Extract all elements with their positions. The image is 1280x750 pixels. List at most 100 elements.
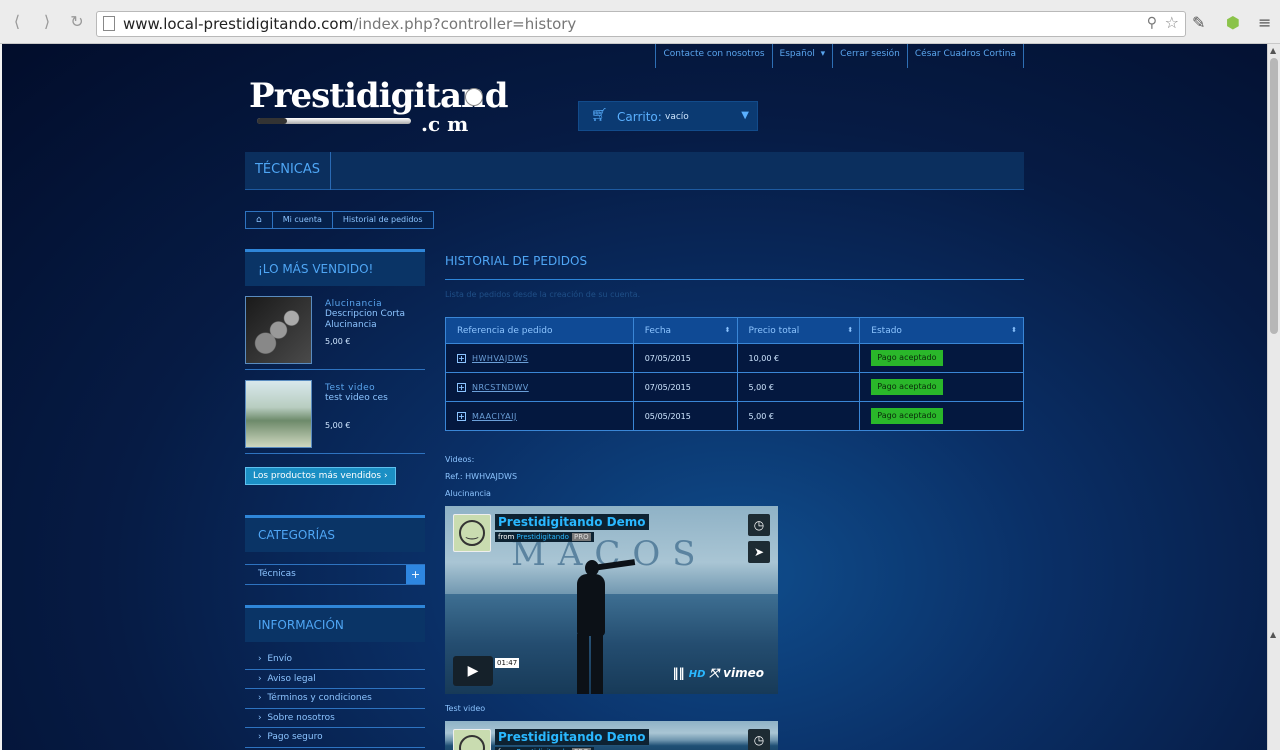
web-page: Contacte con nosotros Español ▾ Cerrar s… <box>2 44 1267 750</box>
video-caption: Test video <box>445 704 486 713</box>
breadcrumb: ⌂ Mi cuenta Historial de pedidos <box>245 211 434 229</box>
videos-label: Videos: <box>445 455 475 464</box>
status-badge: Pago aceptado <box>871 408 943 424</box>
column-date[interactable]: Fecha ⬍ <box>632 317 738 344</box>
vimeo-controls: ‖‖ HD ⤧ vimeo <box>673 666 764 681</box>
video-player[interactable]: ‿ Prestidigitando Demo from Prestidigita… <box>445 721 778 750</box>
clock-icon[interactable]: ◷ <box>748 514 770 536</box>
breadcrumb-order-history: Historial de pedidos <box>342 215 423 224</box>
cart-dropdown[interactable]: 🛒︎ Carrito: vacío ▼ <box>578 101 758 131</box>
forward-icon[interactable]: ⟩ <box>36 12 58 32</box>
channel-avatar[interactable]: ‿ <box>453 514 491 552</box>
expand-plus-icon[interactable]: + <box>406 565 425 584</box>
chevron-down-icon: ▾ <box>817 49 826 59</box>
eyedropper-extension-icon[interactable]: ✎ <box>1192 13 1205 32</box>
video-from-link[interactable]: Prestidigitando <box>517 533 569 541</box>
logout-link[interactable]: Cerrar sesión <box>832 44 907 68</box>
chevron-right-icon: › <box>383 471 388 481</box>
order-reference-link[interactable]: HWHVAJDWS <box>472 354 528 363</box>
product-price: 5,00 € <box>325 421 351 430</box>
fullscreen-icon[interactable]: ⤧ <box>709 666 723 680</box>
info-link[interactable]: › Envío <box>245 650 425 670</box>
video-player[interactable]: MACOS ‿ Prestidigitando Demo from Presti… <box>445 506 778 694</box>
column-status[interactable]: Estado ⬍ <box>859 317 1024 344</box>
site-logo[interactable]: Prestidigitand .c m <box>249 76 508 136</box>
zoom-icon[interactable]: ⚲ <box>1147 15 1157 31</box>
page-scrollbar[interactable]: ▲ ▲ <box>1267 44 1280 750</box>
order-reference-link[interactable]: NRCSTNDWV <box>472 383 529 392</box>
column-reference[interactable]: Referencia de pedido <box>445 317 634 344</box>
scroll-up-icon[interactable]: ▲ <box>1270 46 1276 55</box>
product-name[interactable]: Alucinancia <box>325 299 382 309</box>
pro-badge: PRO <box>571 533 591 541</box>
url-text[interactable]: www.local-prestidigitando.com/index.php?… <box>123 15 576 33</box>
sort-icon: ⬍ <box>847 326 854 334</box>
main-content: HISTORIAL DE PEDIDOS Lista de pedidos de… <box>445 249 1024 750</box>
hd-toggle[interactable]: HD <box>689 669 706 680</box>
scroll-down-icon[interactable]: ▲ <box>1270 630 1276 639</box>
product-price: 5,00 € <box>325 337 351 346</box>
category-item[interactable]: Técnicas + <box>245 564 425 585</box>
android-extension-icon[interactable]: ⬢ <box>1226 13 1240 32</box>
product-image-landscape[interactable] <box>245 380 312 448</box>
expand-plus-icon[interactable]: + <box>457 411 466 421</box>
column-total[interactable]: Precio total ⬍ <box>736 317 861 344</box>
breadcrumb-my-account[interactable]: Mi cuenta <box>273 212 333 228</box>
video-caption: Alucinancia <box>445 489 491 498</box>
video-info: Videos: Ref.: HWHVAJDWS Alucinancia <box>445 451 1024 502</box>
info-link[interactable]: › Sobre nosotros <box>245 709 425 728</box>
address-bar[interactable]: www.local-prestidigitando.com/index.php?… <box>96 11 1186 37</box>
volume-bars-icon[interactable]: ‖‖ <box>673 666 689 680</box>
left-sidebar: ¡LO MÁS VENDIDO! Alucinancia Descripcion… <box>245 249 425 748</box>
all-bestsellers-button[interactable]: Los productos más vendidos › <box>245 467 396 485</box>
order-total: 10,00 € <box>736 343 861 373</box>
clock-icon[interactable]: ◷ <box>748 729 770 750</box>
smiley-icon: ‿ <box>459 520 485 546</box>
orders-table: Referencia de pedido Fecha ⬍ Precio total… <box>445 317 1024 431</box>
back-icon[interactable]: ⟨ <box>6 12 28 32</box>
product-name[interactable]: Test video <box>325 383 375 393</box>
sort-icon: ⬍ <box>1011 326 1017 334</box>
expand-plus-icon[interactable]: + <box>457 353 466 363</box>
bookmark-star-icon[interactable]: ☆ <box>1165 13 1179 32</box>
scrollbar-thumb[interactable] <box>1270 58 1278 334</box>
product-image-coins[interactable] <box>245 296 312 364</box>
contact-link[interactable]: Contacte con nosotros <box>655 44 771 68</box>
cart-label: Carrito: <box>617 110 662 124</box>
expand-plus-icon[interactable]: + <box>457 382 466 392</box>
home-icon[interactable]: ⌂ <box>246 212 273 228</box>
table-row: + NRCSTNDWV 07/05/2015 5,00 € Pago acepta… <box>445 372 1024 402</box>
video-title[interactable]: Prestidigitando Demo <box>495 729 649 745</box>
product-item[interactable]: Alucinancia Descripcion Corta Alucinanci… <box>245 286 425 370</box>
bestsellers-heading[interactable]: ¡LO MÁS VENDIDO! <box>245 249 425 286</box>
account-link[interactable]: César Cuadros Cortina <box>906 44 1024 68</box>
status-badge: Pago aceptado <box>871 379 943 395</box>
product-item[interactable]: Test video test video ces 5,00 € <box>245 370 425 454</box>
product-description: Descripcion Corta Alucinancia <box>325 309 406 330</box>
vimeo-logo[interactable]: vimeo <box>723 666 764 680</box>
browser-toolbar: ⟨ ⟩ ↻ www.local-prestidigitando.com/inde… <box>0 0 1280 44</box>
video-reference: Ref.: HWHVAJDWS <box>445 472 518 481</box>
reload-icon[interactable]: ↻ <box>66 12 88 32</box>
information-heading: INFORMACIÓN <box>245 605 425 642</box>
page-subtitle: Lista de pedidos desde la creación de su… <box>445 290 641 299</box>
info-link[interactable]: › Aviso legal <box>245 670 425 689</box>
product-description: test video ces <box>325 393 388 403</box>
order-reference-link[interactable]: MAACIYAIJ <box>472 412 517 421</box>
language-selector[interactable]: Español ▾ <box>771 44 833 68</box>
info-link[interactable]: › Pago seguro <box>245 728 425 748</box>
play-button[interactable]: ▶ <box>453 656 493 686</box>
video-title[interactable]: Prestidigitando Demo <box>495 514 649 530</box>
information-list: › Envío › Aviso legal › Términos y condi… <box>245 650 425 748</box>
top-links: Contacte con nosotros Español ▾ Cerrar s… <box>655 44 1024 68</box>
info-link[interactable]: › Términos y condiciones <box>245 689 425 709</box>
page-title: HISTORIAL DE PEDIDOS <box>445 249 1024 280</box>
baseball-icon <box>465 88 483 106</box>
category-label[interactable]: Técnicas <box>245 565 425 584</box>
menu-icon[interactable]: ≡ <box>1258 13 1271 32</box>
share-send-icon[interactable]: ➤ <box>748 541 770 563</box>
table-row: + HWHVAJDWS 07/05/2015 10,00 € Pago acept… <box>445 343 1024 373</box>
channel-avatar[interactable]: ‿ <box>453 729 491 750</box>
video-from: from PrestidigitandoPRO <box>495 532 594 542</box>
menu-item-tecnicas[interactable]: TÉCNICAS <box>245 152 331 190</box>
